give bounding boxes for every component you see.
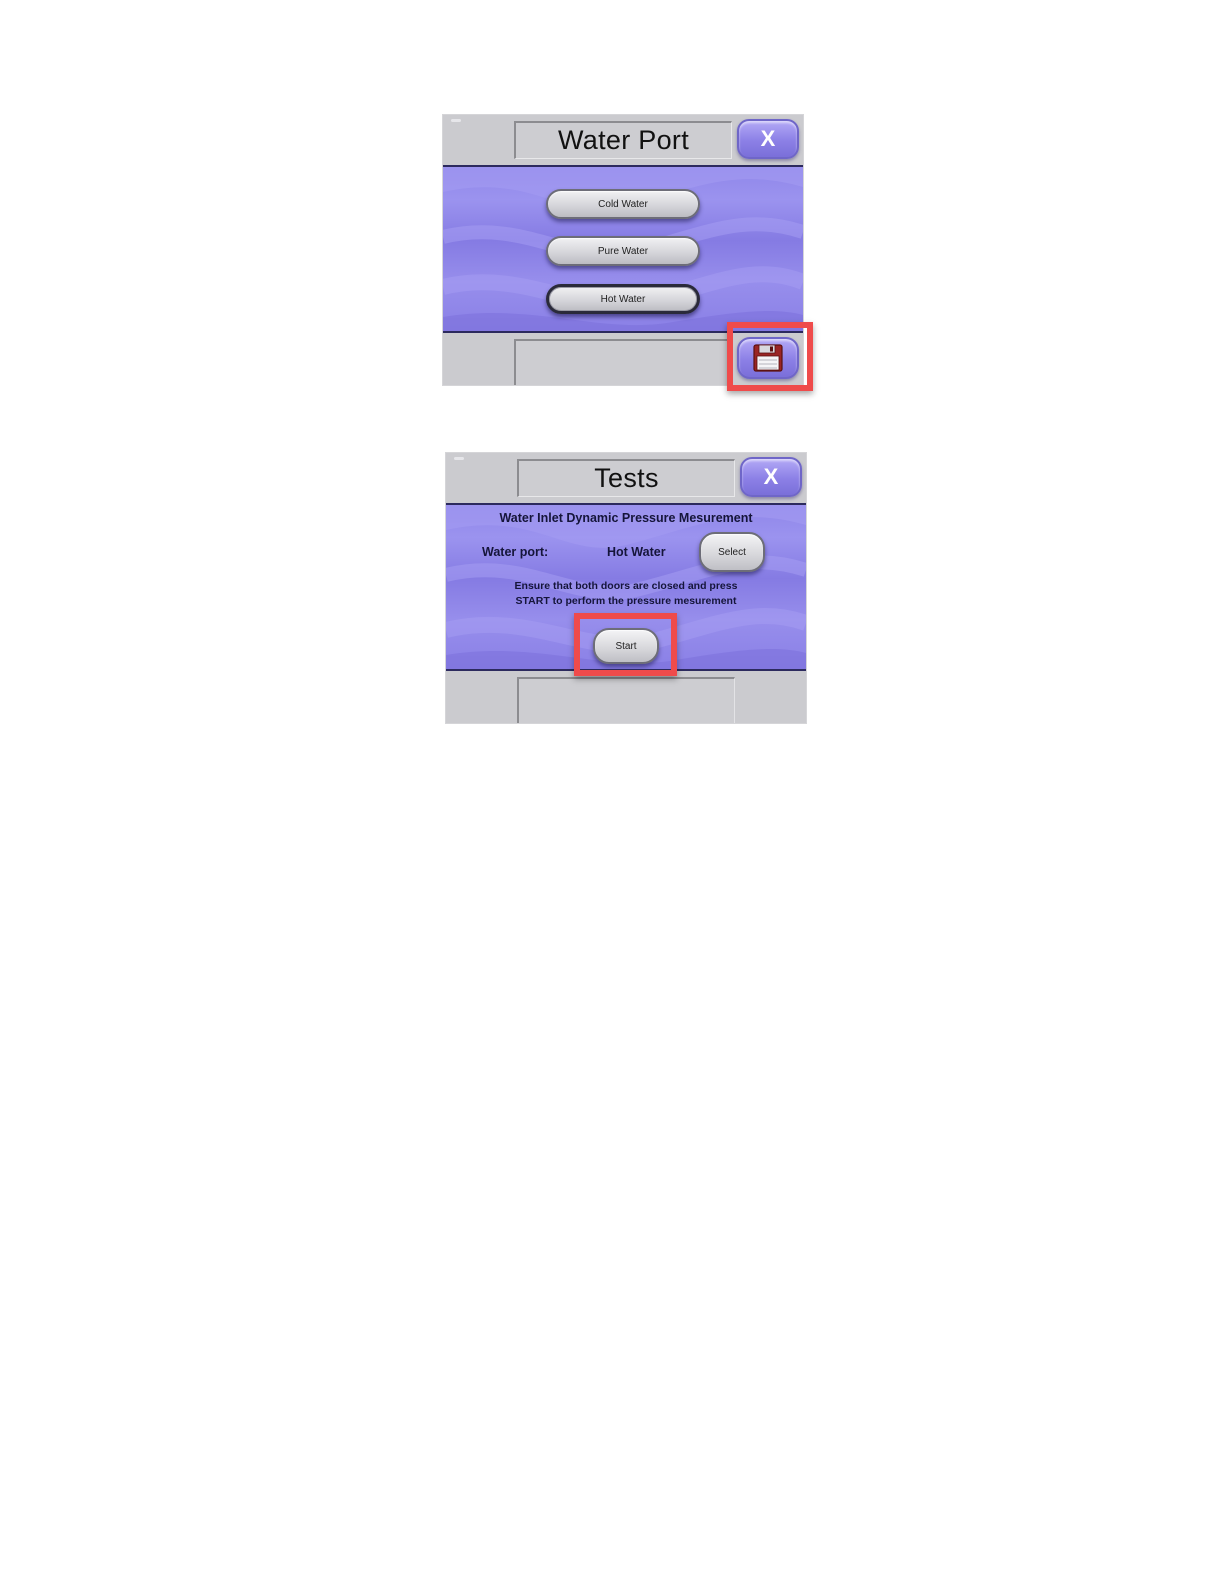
hot-water-button[interactable]: Hot Water (546, 284, 700, 314)
close-button[interactable]: X (737, 119, 799, 159)
status-box (514, 339, 732, 385)
content-panel: Water Inlet Dynamic Pressure Mesurement … (446, 503, 806, 671)
start-button[interactable]: Start (593, 628, 659, 664)
water-port-screen: Water Port X Cold Water Pure Water Hot W… (443, 115, 803, 385)
close-button[interactable]: X (740, 457, 802, 497)
screen-title: Tests (517, 459, 735, 497)
corner-mark (451, 119, 461, 122)
screen-title: Water Port (514, 121, 732, 159)
instructions-text: Ensure that both doors are closed and pr… (476, 579, 776, 609)
select-button[interactable]: Select (699, 532, 765, 572)
content-panel: Cold Water Pure Water Hot Water (443, 165, 803, 333)
water-port-value: Hot Water (607, 545, 666, 559)
tests-screen: Tests X Water Inlet Dynamic Pressure Mes… (446, 453, 806, 723)
title-bar: Tests X (446, 453, 806, 503)
instructions-line-1: Ensure that both doors are closed and pr… (514, 580, 738, 592)
floppy-disk-icon (753, 344, 783, 372)
water-port-label: Water port: (482, 545, 549, 559)
title-bar: Water Port X (443, 115, 803, 165)
bottom-bar (446, 671, 806, 723)
status-box (517, 677, 735, 723)
save-button[interactable] (737, 337, 799, 379)
test-heading: Water Inlet Dynamic Pressure Mesurement (499, 511, 753, 525)
bottom-bar (443, 333, 803, 385)
cold-water-button[interactable]: Cold Water (546, 189, 700, 219)
pure-water-button[interactable]: Pure Water (546, 236, 700, 266)
instructions-line-2: START to perform the pressure mesurement (515, 595, 737, 607)
corner-mark (454, 457, 464, 460)
